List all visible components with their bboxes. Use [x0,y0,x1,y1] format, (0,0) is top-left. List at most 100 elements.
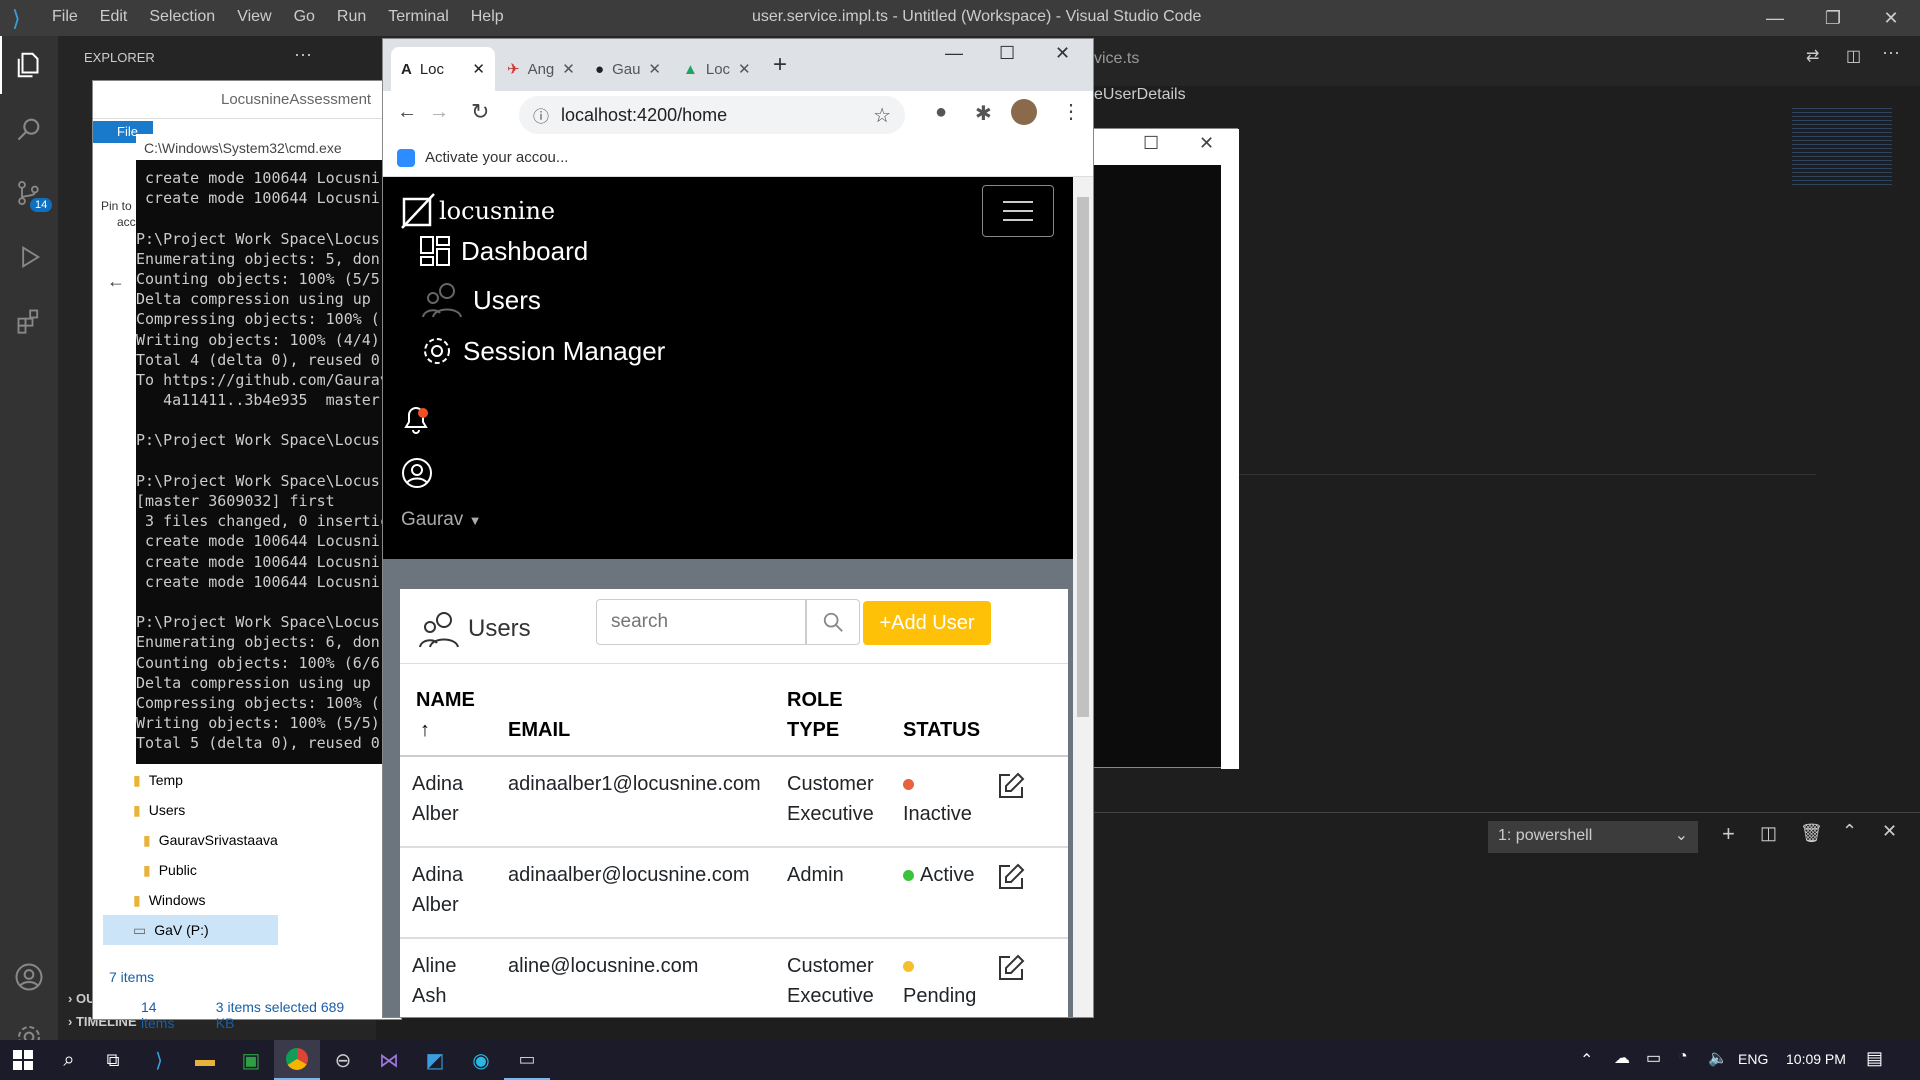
tree-item[interactable]: ▮ GauravSrivastaava [133,825,278,855]
source-control-icon[interactable]: 14 [0,164,58,222]
tree-item[interactable]: ▭ GaV (P:) [103,915,278,945]
restore-icon[interactable]: ☐ [1143,133,1159,154]
more-editor-actions-icon[interactable]: ··· [1882,42,1900,63]
onedrive-icon[interactable]: ☁ [1614,1048,1630,1068]
notifications-icon[interactable]: ▤ [1866,1048,1883,1069]
tree-item[interactable]: ▮ Users [133,795,278,825]
tree-item[interactable]: ▮ Windows [133,885,278,915]
menu-run[interactable]: Run [337,8,366,26]
extensions-icon[interactable] [0,292,58,350]
editor-tab[interactable]: vice.ts [1094,50,1139,68]
run-debug-icon[interactable] [0,228,58,286]
cmd-window[interactable]: C:\Windows\System32\cmd.exe create mode … [136,134,398,764]
tab-github[interactable]: ● Gau ✕ [585,47,671,91]
trash-icon[interactable]: 🗑 [1800,823,1823,844]
nav-session-manager[interactable]: Session Manager [421,335,665,367]
minimap[interactable] [1792,108,1892,188]
restore-icon[interactable]: ❐ [1804,0,1862,36]
address-bar[interactable]: ⓘ localhost:4200/home ☆ [519,96,905,134]
menu-help[interactable]: Help [471,8,504,26]
forward-icon[interactable]: → [429,101,449,124]
more-actions-icon[interactable]: ··· [294,44,312,65]
search-input[interactable] [596,599,806,645]
menu-go[interactable]: Go [294,8,315,26]
scrollbar[interactable] [1221,165,1239,769]
header-name[interactable]: NAME [416,685,475,715]
compare-icon[interactable]: ⇄ [1806,46,1819,66]
search-icon[interactable] [0,100,58,158]
brand[interactable]: locusnine [401,193,555,229]
bookmark-star-icon[interactable]: ☆ [873,103,891,128]
close-icon[interactable]: ✕ [1199,133,1214,154]
close-icon[interactable]: ✕ [1862,0,1920,36]
profile-avatar[interactable] [1011,99,1037,125]
tree-item[interactable]: ▮ Temp [133,765,278,795]
menu-kebab-icon[interactable]: ⋮ [1061,99,1081,124]
extensions-puzzle-icon[interactable]: ✱ [975,101,992,126]
nav-dashboard[interactable]: Dashboard [419,235,588,267]
menu-file[interactable]: File [52,8,78,26]
close-tab-icon[interactable]: ✕ [562,60,575,78]
menu-terminal[interactable]: Terminal [388,8,448,26]
page-scrollbar[interactable] [1073,177,1093,1017]
show-hidden-icons-icon[interactable]: ⌃ [1580,1050,1593,1070]
tab-angular[interactable]: ✈ Ang ✕ [497,47,583,91]
sort-arrow-up-icon[interactable]: ↑ [420,715,430,745]
back-arrow-icon[interactable]: ← [107,271,125,292]
app-taskbar-icon[interactable]: ◩ [412,1040,458,1080]
language-indicator[interactable]: ENG [1738,1051,1768,1067]
tab-drive[interactable]: ▲ Loc ✕ [673,47,759,91]
close-icon[interactable]: ✕ [1055,43,1070,64]
wifi-icon[interactable]: ◔ [1678,1048,1688,1066]
clock[interactable]: 10:09 PM [1786,1051,1846,1067]
split-terminal-icon[interactable]: ◫ [1760,823,1777,844]
edit-icon[interactable] [996,953,1026,988]
app-taskbar-icon[interactable]: ⊖ [320,1040,366,1080]
split-editor-icon[interactable]: ◫ [1846,46,1861,66]
chrome-taskbar-icon[interactable] [274,1040,320,1080]
close-panel-icon[interactable]: ✕ [1882,821,1897,842]
account-icon[interactable] [0,948,58,1006]
edge-taskbar-icon[interactable]: ◉ [458,1040,504,1080]
volume-icon[interactable]: 🔈 [1708,1048,1728,1068]
notification-bell-icon[interactable] [401,403,431,440]
menu-selection[interactable]: Selection [149,8,215,26]
visual-studio-taskbar-icon[interactable]: ⋈ [366,1040,412,1080]
battery-icon[interactable]: ▭ [1646,1048,1661,1068]
extension-circle-icon[interactable]: ● [935,101,947,124]
pin-label[interactable]: Pin to [101,199,132,213]
bookmark-item[interactable]: Activate your accou... [425,149,568,166]
minimize-icon[interactable]: — [1746,0,1804,36]
edit-icon[interactable] [996,771,1026,806]
app-taskbar-icon[interactable]: ▣ [228,1040,274,1080]
user-circle-icon[interactable] [401,457,433,494]
breadcrumb[interactable]: eUserDetails [1094,86,1186,104]
close-tab-icon[interactable]: ✕ [738,60,751,78]
file-explorer-taskbar-icon[interactable]: ▬ [182,1040,228,1080]
user-dropdown[interactable]: Gaurav ▼ [401,509,481,531]
search-button[interactable] [806,599,860,645]
add-user-button[interactable]: +Add User [863,601,991,645]
new-terminal-icon[interactable]: + [1722,821,1735,847]
pin-label-2[interactable]: acc [117,215,136,229]
nav-users[interactable]: Users [421,281,541,319]
terminal-taskbar-icon[interactable]: ▭ [504,1040,550,1080]
tree-item[interactable]: ▮ Public [133,855,278,885]
back-icon[interactable]: ← [397,101,417,124]
scrollbar-thumb[interactable] [1077,197,1089,717]
tab-locusnine[interactable]: A Loc ✕ [391,47,495,91]
files-icon[interactable] [0,36,58,94]
menu-view[interactable]: View [237,8,271,26]
edit-icon[interactable] [996,862,1026,897]
new-tab-icon[interactable]: + [773,51,787,79]
minimize-icon[interactable]: — [945,43,963,64]
close-tab-icon[interactable]: ✕ [648,60,661,78]
windows-start-icon[interactable] [0,1040,46,1080]
close-tab-icon[interactable]: ✕ [472,60,485,78]
reload-icon[interactable]: ↻ [471,99,489,125]
terminal-select[interactable]: 1: powershell ⌄ [1488,821,1698,853]
maximize-panel-icon[interactable]: ⌃ [1842,821,1857,842]
task-view-icon[interactable]: ⧉ [90,1040,136,1080]
vscode-taskbar-icon[interactable]: ⟩ [136,1040,182,1080]
maximize-icon[interactable]: ☐ [999,43,1015,64]
